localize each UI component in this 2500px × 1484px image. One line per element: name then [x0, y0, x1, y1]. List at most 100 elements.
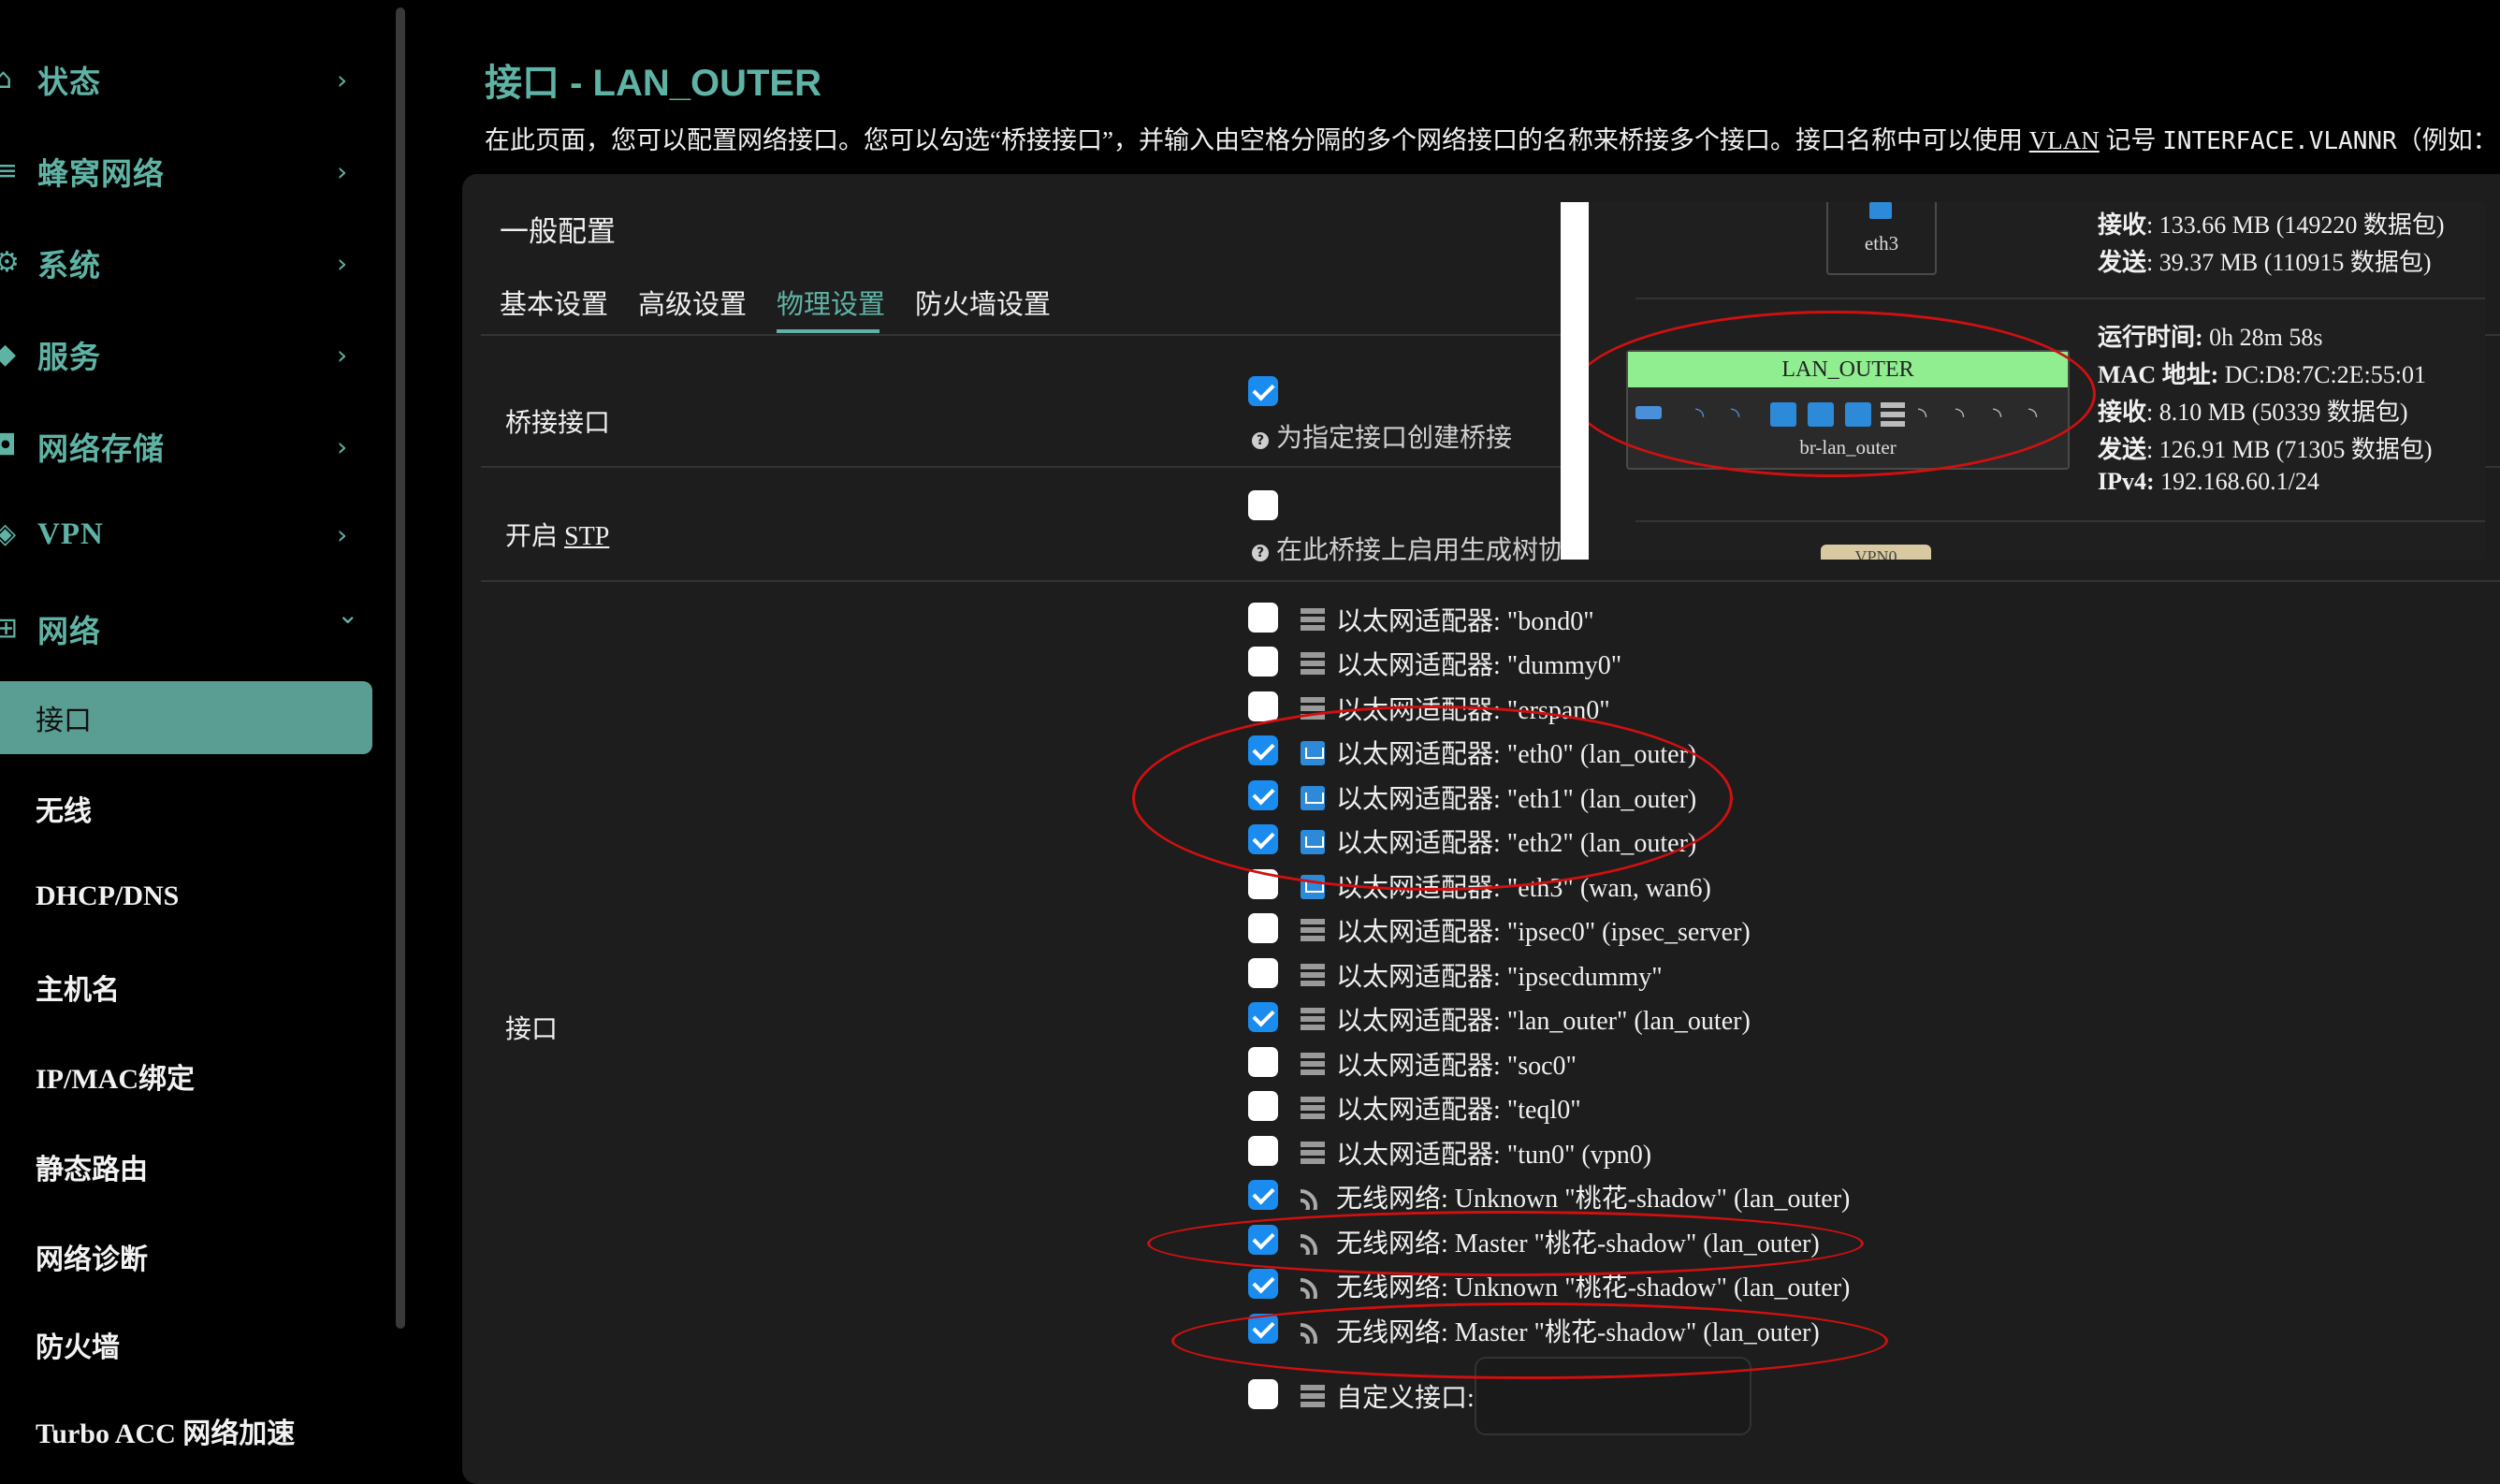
tab-advanced[interactable]: 高级设置: [638, 283, 747, 322]
desc-text: （例如：: [2396, 126, 2498, 154]
stp-label-text: 开启: [505, 522, 565, 551]
sidebar-item-label: 网络诊断: [36, 1244, 148, 1275]
page-title: 接口 - LAN_OUTER: [485, 63, 821, 104]
tab-physical[interactable]: 物理设置: [777, 283, 885, 322]
interface-checkbox[interactable]: [1248, 913, 1278, 943]
interface-item[interactable]: 以太网适配器: "dummy0": [1248, 643, 1903, 680]
mac-label: MAC 地址:: [2098, 361, 2219, 388]
sidebar-item-firewall[interactable]: 防火墙: [0, 1308, 372, 1381]
ethernet-icon: [1869, 202, 1892, 219]
interface-checkbox[interactable]: [1248, 1002, 1278, 1032]
annotation-ellipse: [1171, 1302, 1888, 1379]
sidebar-item-turbo-acc[interactable]: Turbo ACC 网络加速: [0, 1394, 372, 1467]
server-icon: [1301, 608, 1325, 633]
nav-cellular[interactable]: ≡ 蜂窝网络 ›: [0, 134, 374, 209]
interface-item[interactable]: 以太网适配器: "soc0": [1248, 1043, 1903, 1081]
nav-status[interactable]: ⌂ 状态 ›: [0, 42, 374, 117]
uptime: 运行时间: 0h 28m 58s: [2098, 318, 2323, 353]
wifi-icon: [1301, 1186, 1325, 1210]
rx-label: 接收: [2098, 211, 2147, 239]
server-icon: [1301, 1142, 1325, 1166]
chevron-down-icon: ⌄: [337, 599, 359, 630]
home-icon: ⌂: [0, 63, 13, 95]
interface-checkbox[interactable]: [1248, 691, 1278, 721]
nav-label: VPN: [37, 516, 104, 551]
annotation-ellipse: [1589, 311, 2096, 477]
uptime-value: 0h 28m 58s: [2202, 324, 2323, 351]
shield-icon: ◈: [0, 517, 17, 550]
interface-item[interactable]: 以太网适配器: "ipsec0" (ipsec_server): [1248, 909, 1903, 947]
interface-item[interactable]: 无线网络: Unknown "桃花-shadow" (lan_outer): [1248, 1176, 1903, 1214]
sidebar-item-label: 无线: [36, 796, 92, 827]
interface-label: 以太网适配器: "lan_outer" (lan_outer): [1336, 1007, 1751, 1036]
sidebar-item-static-routes[interactable]: 静态路由: [0, 1130, 372, 1203]
chevron-right-icon: ›: [337, 64, 348, 95]
nav-storage[interactable]: ◘ 网络存储 ›: [0, 409, 374, 484]
interface-checkbox[interactable]: [1248, 603, 1278, 633]
gear-icon: ⚙: [0, 246, 20, 279]
interface-checkbox[interactable]: [1248, 1047, 1278, 1077]
puzzle-icon: ◆: [0, 338, 17, 371]
sidebar-item-wireless[interactable]: 无线: [0, 772, 372, 845]
tx-label: 发送: [2098, 249, 2147, 276]
rx-value: : 8.10 MB (50339 数据包): [2146, 399, 2408, 426]
bridge-checkbox[interactable]: [1248, 376, 1278, 406]
nav-label: 蜂窝网络: [37, 158, 165, 192]
stp-checkbox[interactable]: [1248, 490, 1278, 520]
network-icon: ⊞: [0, 612, 19, 645]
bridge-tx: 发送: 126.91 MB (71305 数据包): [2098, 430, 2433, 465]
active-tab-indicator: [777, 329, 879, 333]
chevron-right-icon: ›: [337, 518, 348, 550]
tab-basic[interactable]: 基本设置: [500, 283, 608, 322]
tx-label: 发送: [2098, 436, 2147, 463]
chevron-right-icon: ›: [337, 155, 348, 187]
ipv4-label: IPv4:: [2098, 468, 2155, 495]
nav-network[interactable]: ⊞ 网络 ⌄: [0, 591, 374, 666]
sidebar-item-label: 静态路由: [36, 1155, 148, 1186]
interface-item[interactable]: 以太网适配器: "lan_outer" (lan_outer): [1248, 998, 1903, 1036]
page-description: 在此页面，您可以配置网络接口。您可以勾选“桥接接口”，并输入由空格分隔的多个网络…: [485, 120, 2498, 156]
tab-firewall[interactable]: 防火墙设置: [915, 283, 1051, 322]
bridge-label: 桥接接口: [505, 409, 611, 438]
vlan-link[interactable]: VLAN: [2029, 126, 2100, 154]
stp-help: ? 在此桥接上启用生成树协: [1252, 530, 1564, 567]
interface-checkbox[interactable]: [1248, 1091, 1278, 1121]
interface-checkbox[interactable]: [1248, 647, 1278, 677]
annotation-ellipse: [1147, 1211, 1864, 1276]
sidebar-item-label: DHCP/DNS: [36, 880, 180, 911]
interface-checkbox[interactable]: [1248, 1136, 1278, 1166]
mac-address: MAC 地址: DC:D8:7C:2E:55:01: [2098, 356, 2426, 390]
interface-label: 以太网适配器: "ipsec0" (ipsec_server): [1336, 918, 1751, 947]
database-icon: ≡: [0, 154, 19, 187]
nav-label: 状态: [37, 66, 101, 100]
stp-link[interactable]: STP: [564, 522, 609, 551]
interface-label: 以太网适配器: "dummy0": [1336, 651, 1622, 680]
sidebar-item-label: 防火墙: [36, 1332, 120, 1363]
sidebar-item-diagnostics[interactable]: 网络诊断: [0, 1220, 372, 1293]
sidebar-item-interfaces[interactable]: 接口: [0, 681, 372, 754]
nav-system[interactable]: ⚙ 系统 ›: [0, 226, 374, 300]
interface-item[interactable]: 以太网适配器: "tun0" (vpn0): [1248, 1132, 1903, 1170]
interface-checkbox[interactable]: [1248, 958, 1278, 988]
interface-checkbox[interactable]: [1248, 1379, 1278, 1409]
interface-checkbox[interactable]: [1248, 1269, 1278, 1299]
interface-label: 自定义接口:: [1336, 1384, 1475, 1413]
divider: [1635, 520, 2485, 522]
sidebar-item-hostnames[interactable]: 主机名: [0, 951, 372, 1024]
nav-vpn[interactable]: ◈ VPN ›: [0, 497, 374, 572]
tx-value: : 39.37 MB (110915 数据包): [2146, 249, 2432, 276]
server-icon: [1301, 1008, 1325, 1032]
interface-item[interactable]: 以太网适配器: "teql0": [1248, 1087, 1903, 1125]
interface-item[interactable]: 以太网适配器: "bond0": [1248, 599, 1903, 636]
sidebar-item-dhcp-dns[interactable]: DHCP/DNS: [0, 860, 372, 933]
nav-services[interactable]: ◆ 服务 ›: [0, 317, 374, 392]
sidebar-item-ip-mac-binding[interactable]: IP/MAC绑定: [0, 1040, 372, 1113]
sidebar: ⌂ 状态 › ≡ 蜂窝网络 › ⚙ 系统 › ◆ 服务 › ◘ 网络存储 › ◈…: [0, 0, 393, 1449]
interface-item[interactable]: 以太网适配器: "ipsecdummy": [1248, 954, 1903, 992]
sidebar-scrollbar[interactable]: [396, 7, 405, 1329]
section-title: 一般配置: [500, 215, 616, 248]
interface-label: 以太网适配器: "ipsecdummy": [1336, 963, 1663, 992]
server-icon: [1301, 652, 1325, 677]
interface-checkbox[interactable]: [1248, 1180, 1278, 1210]
help-icon: ?: [1252, 544, 1269, 561]
